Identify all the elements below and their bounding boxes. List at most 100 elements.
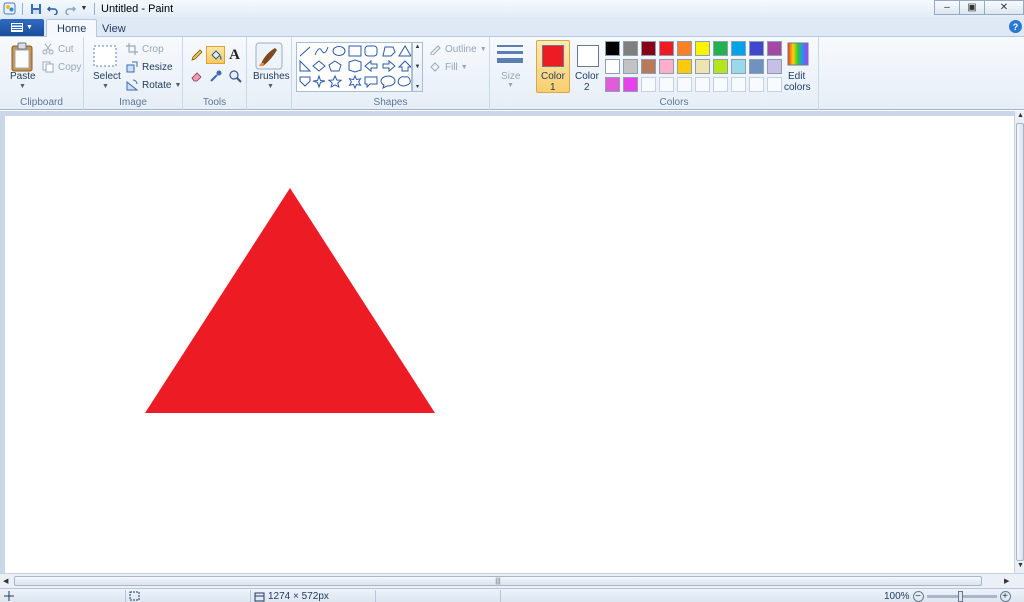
shapes-icons[interactable] xyxy=(297,43,411,91)
color-picker-tool[interactable] xyxy=(206,67,225,85)
copy-label: Copy xyxy=(58,61,82,73)
palette-swatch[interactable] xyxy=(659,77,674,92)
magnifier-icon xyxy=(228,70,242,83)
palette-swatch[interactable] xyxy=(623,59,638,74)
color2-button[interactable] xyxy=(577,45,599,67)
paste-button[interactable] xyxy=(8,40,36,74)
gallery-expand-icon[interactable]: ▾ xyxy=(416,83,419,90)
quick-access-toolbar: ▼ xyxy=(0,0,99,17)
red-triangle-shape[interactable] xyxy=(145,188,435,413)
palette-swatch[interactable] xyxy=(695,41,710,56)
pencil-tool[interactable] xyxy=(187,46,206,64)
palette-swatch[interactable] xyxy=(731,41,746,56)
text-tool[interactable]: A xyxy=(225,46,244,64)
chevron-up-icon[interactable]: ▲ xyxy=(415,44,421,50)
palette-swatch[interactable] xyxy=(713,41,728,56)
palette-swatch[interactable] xyxy=(767,77,782,92)
palette-swatch[interactable] xyxy=(767,41,782,56)
paste-dropdown-icon[interactable]: ▼ xyxy=(19,83,26,90)
size-label: Size xyxy=(501,71,521,82)
outline-button[interactable]: Outline ▼ xyxy=(428,41,487,57)
palette-swatch[interactable] xyxy=(731,59,746,74)
palette-swatch[interactable] xyxy=(677,41,692,56)
palette-swatch[interactable] xyxy=(677,77,692,92)
drawing-canvas[interactable] xyxy=(5,116,1014,573)
brushes-group[interactable]: Brushes ▼ xyxy=(247,37,292,110)
scroll-up-icon[interactable]: ▲ xyxy=(1017,112,1024,119)
palette-swatch[interactable] xyxy=(659,41,674,56)
customize-qat-icon[interactable]: ▼ xyxy=(78,1,90,17)
outline-dropdown-icon[interactable]: ▼ xyxy=(480,46,487,53)
palette-swatch[interactable] xyxy=(641,59,656,74)
menu-icon xyxy=(11,23,24,32)
palette-swatch[interactable] xyxy=(659,59,674,74)
image-size-text: 1274 × 572px xyxy=(268,591,329,602)
palette-swatch[interactable] xyxy=(749,59,764,74)
fill-dropdown-icon[interactable]: ▼ xyxy=(461,64,468,71)
status-bar: 1274 × 572px 100% − + xyxy=(0,588,1024,602)
cut-label: Cut xyxy=(58,43,74,55)
copy-button[interactable]: Copy xyxy=(41,59,81,75)
qat-separator xyxy=(22,2,23,15)
paint-menu-button[interactable]: ▼ xyxy=(0,19,44,36)
help-icon[interactable]: ? xyxy=(1009,20,1022,33)
palette-swatch[interactable] xyxy=(713,77,728,92)
palette-swatch[interactable] xyxy=(605,77,620,92)
rotate-dropdown-icon[interactable]: ▼ xyxy=(174,82,181,89)
zoom-slider-thumb[interactable] xyxy=(957,591,963,602)
resize-button[interactable]: Resize xyxy=(125,59,173,75)
palette-swatch[interactable] xyxy=(731,77,746,92)
brushes-dropdown-icon[interactable]: ▼ xyxy=(267,83,274,90)
palette-swatch[interactable] xyxy=(749,77,764,92)
magnifier-tool[interactable] xyxy=(225,67,244,85)
edit-colors-button[interactable] xyxy=(786,41,810,67)
palette-swatch[interactable] xyxy=(605,59,620,74)
palette-swatch[interactable] xyxy=(641,41,656,56)
palette-swatch[interactable] xyxy=(641,77,656,92)
palette-swatch[interactable] xyxy=(695,77,710,92)
palette-swatch[interactable] xyxy=(767,59,782,74)
palette-swatch[interactable] xyxy=(623,41,638,56)
rotate-button[interactable]: Rotate ▼ xyxy=(125,77,181,93)
palette-swatch[interactable] xyxy=(605,41,620,56)
color-palette xyxy=(605,41,785,95)
vertical-scrollbar[interactable]: ▲ ▼ xyxy=(1014,111,1024,573)
minimize-button[interactable]: – xyxy=(934,0,960,15)
select-dropdown-icon[interactable]: ▼ xyxy=(102,83,109,90)
redo-icon[interactable] xyxy=(61,1,78,17)
select-button[interactable] xyxy=(92,43,118,69)
size-group[interactable]: Size ▼ xyxy=(490,37,530,110)
size-dropdown-icon[interactable]: ▼ xyxy=(507,82,514,89)
undo-icon[interactable] xyxy=(44,1,61,17)
horizontal-scroll-thumb[interactable]: ||| xyxy=(14,576,982,586)
color2-number: 2 xyxy=(584,82,590,93)
zoom-out-button[interactable]: − xyxy=(912,591,924,602)
fill-button[interactable]: Fill ▼ xyxy=(428,59,468,75)
crop-button[interactable]: Crop xyxy=(125,41,164,57)
paint-bucket-icon xyxy=(210,50,222,61)
cut-button[interactable]: Cut xyxy=(41,41,74,57)
palette-swatch[interactable] xyxy=(713,59,728,74)
shapes-gallery-scroll[interactable]: ▲ ▼ ▾ xyxy=(412,42,423,92)
scroll-down-icon[interactable]: ▼ xyxy=(1017,562,1024,569)
tab-view[interactable]: View xyxy=(92,19,136,38)
tab-home[interactable]: Home xyxy=(46,19,98,38)
fill-tool[interactable] xyxy=(206,46,225,64)
zoom-slider[interactable] xyxy=(926,591,997,602)
color1-swatch xyxy=(542,45,564,67)
palette-swatch[interactable] xyxy=(695,59,710,74)
palette-swatch[interactable] xyxy=(749,41,764,56)
scroll-left-icon[interactable]: ◀ xyxy=(3,577,8,585)
close-button[interactable]: ✕ xyxy=(984,0,1024,15)
vertical-scroll-thumb[interactable] xyxy=(1016,123,1024,561)
scroll-right-icon[interactable]: ▶ xyxy=(1004,577,1009,585)
horizontal-scrollbar[interactable]: ◀ ||| ▶ xyxy=(0,573,1024,588)
chevron-down-icon[interactable]: ▼ xyxy=(415,64,421,70)
zoom-in-button[interactable]: + xyxy=(999,591,1011,602)
eraser-tool[interactable] xyxy=(187,67,206,85)
save-icon[interactable] xyxy=(27,1,44,17)
paint-app-icon[interactable] xyxy=(1,1,18,17)
maximize-button[interactable]: ▣ xyxy=(959,0,985,15)
palette-swatch[interactable] xyxy=(623,77,638,92)
palette-swatch[interactable] xyxy=(677,59,692,74)
